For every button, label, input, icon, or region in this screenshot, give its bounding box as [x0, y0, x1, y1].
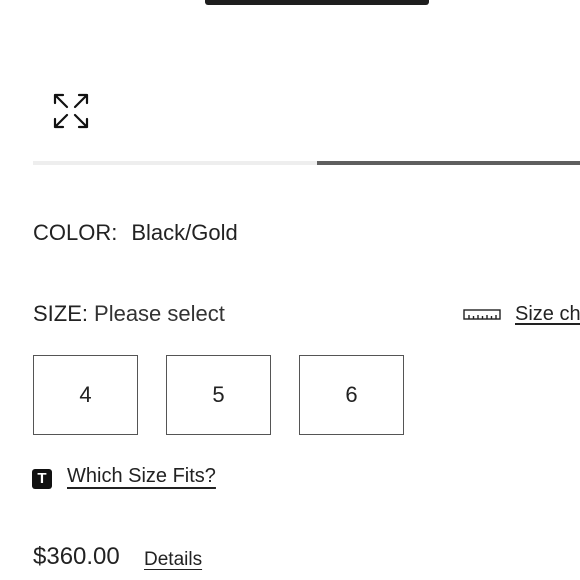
fit-predictor-icon: T: [32, 469, 52, 489]
size-label: SIZE:: [33, 301, 89, 326]
size-option-6[interactable]: 6: [299, 355, 404, 435]
product-page: COLOR: Black/Gold SIZE: Please select Size…: [0, 0, 580, 580]
color-label: COLOR:: [33, 220, 118, 245]
product-image[interactable]: [205, 0, 429, 5]
size-chart-link[interactable]: Size chart: [463, 300, 580, 328]
expand-image-button[interactable]: [52, 92, 90, 130]
size-option-4[interactable]: 4: [33, 355, 138, 435]
color-selection: COLOR: Black/Gold: [33, 219, 238, 247]
size-selected-value: Please select: [94, 301, 225, 326]
details-link[interactable]: Details: [144, 547, 202, 573]
color-value: Black/Gold: [131, 220, 238, 245]
gallery-scrollbar[interactable]: [33, 161, 580, 165]
product-price: $360.00: [33, 543, 120, 570]
ruler-icon: [463, 309, 501, 320]
size-chart-label: Size chart: [515, 302, 580, 325]
size-option-5[interactable]: 5: [166, 355, 271, 435]
gallery-scroll-thumb[interactable]: [317, 161, 580, 165]
expand-arrows-icon: [53, 93, 89, 129]
size-selection: SIZE: Please select: [33, 300, 225, 328]
which-size-fits-link[interactable]: Which Size Fits?: [67, 463, 216, 489]
